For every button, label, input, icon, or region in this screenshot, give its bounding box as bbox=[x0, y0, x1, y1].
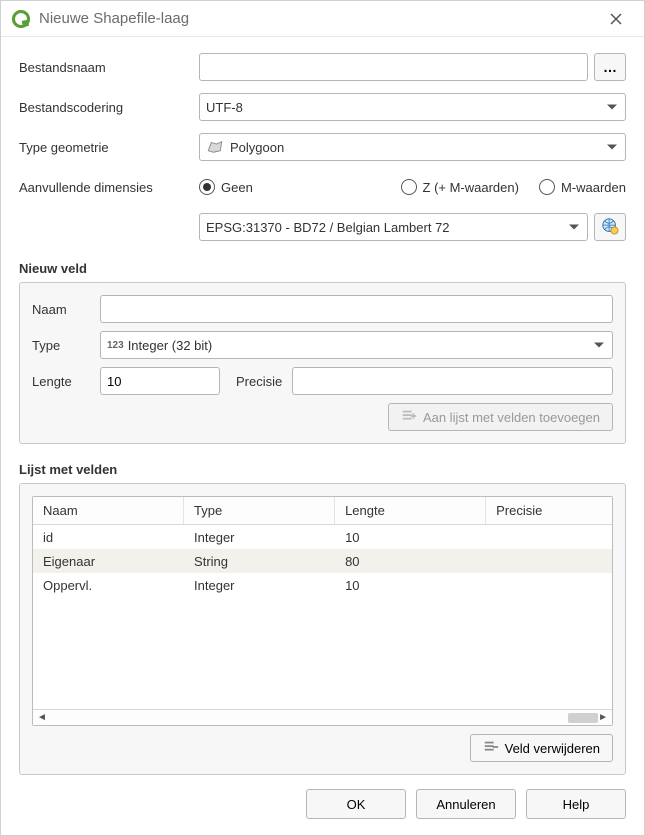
horizontal-scrollbar[interactable]: ◄ ► bbox=[33, 709, 612, 725]
radio-dims-none[interactable]: Geen bbox=[199, 179, 253, 195]
chevron-down-icon bbox=[569, 225, 579, 230]
table-cell: Integer bbox=[184, 573, 335, 597]
col-name[interactable]: Naam bbox=[33, 497, 184, 525]
browse-button[interactable]: … bbox=[594, 53, 626, 81]
geometry-type-value: Polygoon bbox=[230, 140, 284, 155]
add-field-button[interactable]: Aan lijst met velden toevoegen bbox=[388, 403, 613, 431]
add-to-list-icon bbox=[401, 408, 417, 427]
newfield-type-select[interactable]: 123 Integer (32 bit) bbox=[100, 331, 613, 359]
close-icon bbox=[610, 13, 622, 25]
encoding-label: Bestandscodering bbox=[19, 100, 191, 115]
table-cell bbox=[486, 525, 612, 549]
table-cell: 10 bbox=[335, 573, 486, 597]
col-length[interactable]: Lengte bbox=[335, 497, 486, 525]
newfield-type-label: Type bbox=[32, 338, 90, 353]
add-field-button-label: Aan lijst met velden toevoegen bbox=[423, 410, 600, 425]
globe-icon bbox=[601, 217, 619, 238]
crs-value: EPSG:31370 - BD72 / Belgian Lambert 72 bbox=[206, 220, 450, 235]
remove-from-list-icon bbox=[483, 739, 499, 758]
ok-button[interactable]: OK bbox=[306, 789, 406, 819]
cancel-button[interactable]: Annuleren bbox=[416, 789, 516, 819]
geometry-type-row: Type geometrie Polygoon bbox=[19, 131, 626, 163]
radio-icon bbox=[401, 179, 417, 195]
crs-picker-button[interactable] bbox=[594, 213, 626, 241]
chevron-down-icon bbox=[607, 105, 617, 110]
encoding-select[interactable]: UTF-8 bbox=[199, 93, 626, 121]
table-cell bbox=[486, 573, 612, 597]
radio-dims-m[interactable]: M-waarden bbox=[539, 179, 626, 195]
filename-input[interactable] bbox=[199, 53, 588, 81]
radio-dims-m-label: M-waarden bbox=[561, 180, 626, 195]
newfield-type-row: Type 123 Integer (32 bit) bbox=[32, 331, 613, 359]
newfield-name-row: Naam bbox=[32, 295, 613, 323]
help-button[interactable]: Help bbox=[526, 789, 626, 819]
table-cell: id bbox=[33, 525, 184, 549]
dialog-button-bar: OK Annuleren Help bbox=[1, 775, 644, 835]
scroll-right-icon: ► bbox=[598, 712, 608, 723]
newfield-name-label: Naam bbox=[32, 302, 90, 317]
col-precision[interactable]: Precisie bbox=[486, 497, 612, 525]
table-cell: Eigenaar bbox=[33, 549, 184, 573]
table-row[interactable]: Oppervl.Integer10 bbox=[33, 573, 612, 597]
table-cell: 80 bbox=[335, 549, 486, 573]
new-field-group: Nieuw veld Naam Type 123 Integer (32 bit… bbox=[19, 251, 626, 444]
radio-dims-zm[interactable]: Z (+ M-waarden) bbox=[401, 179, 519, 195]
newfield-length-label: Lengte bbox=[32, 374, 90, 389]
field-list-legend: Lijst met velden bbox=[19, 462, 626, 477]
dialog-window: Nieuwe Shapefile-laag Bestandsnaam … Bes… bbox=[0, 0, 645, 836]
dimensions-row: Aanvullende dimensies Geen Z (+ M-waarde… bbox=[19, 171, 626, 203]
newfield-precision-label: Precisie bbox=[236, 374, 282, 389]
geometry-type-label: Type geometrie bbox=[19, 140, 191, 155]
numeric-icon: 123 bbox=[107, 340, 124, 351]
encoding-row: Bestandscodering UTF-8 bbox=[19, 91, 626, 123]
filename-label: Bestandsnaam bbox=[19, 60, 191, 75]
radio-icon bbox=[199, 179, 215, 195]
newfield-name-input[interactable] bbox=[100, 295, 613, 323]
table-row[interactable]: idInteger10 bbox=[33, 525, 612, 549]
encoding-value: UTF-8 bbox=[206, 100, 243, 115]
newfield-length-row: Lengte Precisie bbox=[32, 367, 613, 395]
radio-dims-zm-label: Z (+ M-waarden) bbox=[423, 180, 519, 195]
newfield-type-value: Integer (32 bit) bbox=[128, 338, 213, 353]
fields-table-header: Naam Type Lengte Precisie bbox=[33, 497, 612, 525]
table-row[interactable]: EigenaarString80 bbox=[33, 549, 612, 573]
newfield-precision-input[interactable] bbox=[292, 367, 613, 395]
radio-dims-none-label: Geen bbox=[221, 180, 253, 195]
window-title: Nieuwe Shapefile-laag bbox=[39, 10, 598, 27]
newfield-length-input[interactable] bbox=[100, 367, 220, 395]
table-cell: Oppervl. bbox=[33, 573, 184, 597]
table-cell: 10 bbox=[335, 525, 486, 549]
qgis-icon bbox=[11, 9, 31, 29]
filename-row: Bestandsnaam … bbox=[19, 51, 626, 83]
table-cell: String bbox=[184, 549, 335, 573]
crs-row: EPSG:31370 - BD72 / Belgian Lambert 72 bbox=[19, 211, 626, 243]
chevron-down-icon bbox=[594, 343, 604, 348]
chevron-down-icon bbox=[607, 145, 617, 150]
col-type[interactable]: Type bbox=[184, 497, 335, 525]
remove-field-button[interactable]: Veld verwijderen bbox=[470, 734, 613, 762]
fields-table: Naam Type Lengte Precisie idInteger10Eig… bbox=[32, 496, 613, 726]
table-cell bbox=[486, 549, 612, 573]
fields-table-body: idInteger10EigenaarString80Oppervl.Integ… bbox=[33, 525, 612, 709]
geometry-type-select[interactable]: Polygoon bbox=[199, 133, 626, 161]
dimensions-label: Aanvullende dimensies bbox=[19, 180, 191, 195]
scroll-thumb[interactable] bbox=[568, 713, 598, 723]
polygon-icon bbox=[206, 140, 224, 154]
scroll-left-icon: ◄ bbox=[37, 712, 47, 723]
titlebar: Nieuwe Shapefile-laag bbox=[1, 1, 644, 37]
crs-select[interactable]: EPSG:31370 - BD72 / Belgian Lambert 72 bbox=[199, 213, 588, 241]
remove-field-button-label: Veld verwijderen bbox=[505, 741, 600, 756]
new-field-legend: Nieuw veld bbox=[19, 261, 626, 276]
table-cell: Integer bbox=[184, 525, 335, 549]
field-list-group: Lijst met velden Naam Type Lengte Precis… bbox=[19, 452, 626, 775]
dialog-content: Bestandsnaam … Bestandscodering UTF-8 Ty… bbox=[1, 37, 644, 775]
close-button[interactable] bbox=[598, 1, 634, 37]
radio-icon bbox=[539, 179, 555, 195]
